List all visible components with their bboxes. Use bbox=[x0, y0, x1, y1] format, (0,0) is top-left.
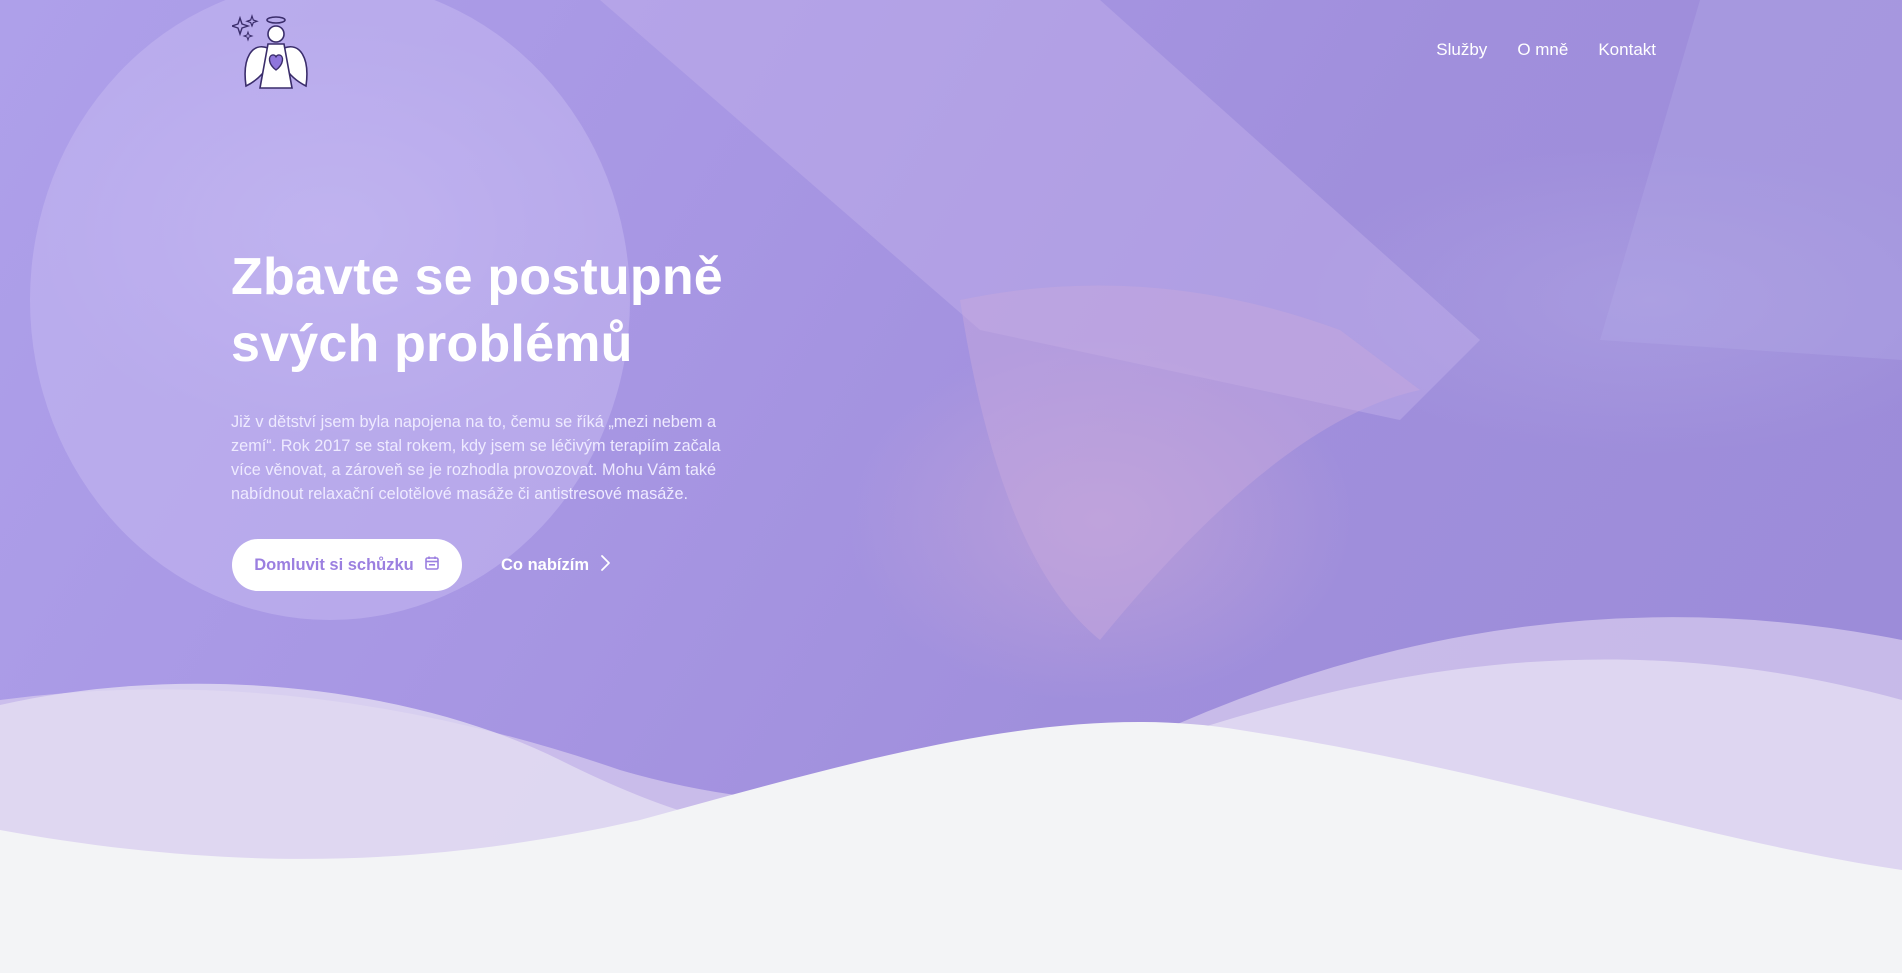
hero-title-line-1: Zbavte se postupně bbox=[231, 248, 723, 306]
nav-link-kontakt[interactable]: Kontakt bbox=[1598, 40, 1656, 60]
nav-link-sluzby[interactable]: Služby bbox=[1436, 40, 1487, 60]
angel-logo-icon[interactable] bbox=[229, 12, 308, 94]
what-i-offer-label: Co nabízím bbox=[501, 555, 590, 574]
calendar-icon bbox=[424, 555, 440, 576]
hero-title-line-2: svých problémů bbox=[231, 315, 633, 373]
hero-title: Zbavte se postupně svých problémů bbox=[231, 244, 791, 378]
nav-link-o-mne[interactable]: O mně bbox=[1517, 40, 1568, 60]
book-appointment-button[interactable]: Domluvit si schůzku bbox=[232, 539, 462, 591]
nav-links: Služby O mně Kontakt bbox=[1436, 40, 1656, 60]
chevron-right-icon bbox=[599, 554, 611, 577]
what-i-offer-button[interactable]: Co nabízím bbox=[501, 552, 611, 578]
hero-lead-text: Již v dětství jsem byla napojena na to, … bbox=[231, 413, 721, 503]
top-navigation: Služby O mně Kontakt bbox=[229, 12, 1656, 96]
book-appointment-label: Domluvit si schůzku bbox=[254, 555, 414, 574]
hero-section: Služby O mně Kontakt Zbavte se postupně … bbox=[0, 0, 1902, 973]
